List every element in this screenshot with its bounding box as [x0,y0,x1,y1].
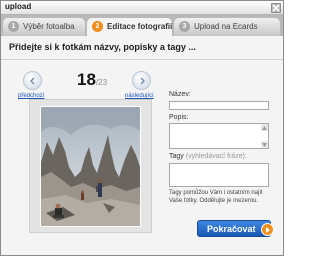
tab-upload-ecards[interactable]: 3 Upload na Ecards [174,18,280,36]
title-bar: upload [1,1,283,15]
tags-label: Tagy (vyhledávací fráze): [169,153,247,160]
tab-edit-photos[interactable]: 2 Editace fotografií [87,18,172,36]
tab-label: Editace fotografií [107,22,173,31]
name-label: Název: [169,91,191,98]
description-textarea[interactable] [169,123,269,149]
name-input[interactable] [169,101,269,110]
photo-counter: 18/23 [77,70,107,90]
arrow-left-icon [29,77,34,85]
continue-arrow-icon [261,223,274,236]
tags-hint: (vyhledávací fráze): [185,153,247,160]
scroll-down-button[interactable] [261,141,268,148]
tags-input[interactable] [169,163,269,187]
arrow-down-icon [262,143,267,147]
mountain-photo-image [41,107,140,226]
scroll-up-button[interactable] [261,124,268,131]
total-photo-count: /23 [95,78,108,87]
description-label: Popis: [169,114,189,121]
tab-number: 2 [92,21,103,32]
tags-label-text: Tagy [169,153,184,160]
tags-help-text: Tagy pomůžou Vám i ostatním najít Vaše f… [169,190,263,204]
photo-preview [40,106,141,227]
tab-select-album[interactable]: 1 Výběr fotoalba [3,18,85,36]
upload-window: upload 1 Výběr fotoalba 2 Editace fotogr… [0,0,284,256]
divider [1,59,283,60]
close-icon [272,4,280,12]
previous-photo-button[interactable] [23,71,42,90]
next-photo-button[interactable] [132,71,151,90]
tab-number: 1 [8,21,19,32]
tab-label: Upload na Ecards [194,22,258,31]
window-title: upload [5,2,32,11]
photo-preview-frame [29,99,152,233]
continue-button[interactable]: Pokračovat [197,220,274,237]
current-photo-number: 18 [77,70,96,89]
page-heading: Přidejte si k fotkám názvy, popisky a ta… [9,42,196,52]
close-button[interactable] [271,3,281,13]
arrow-right-icon [140,77,145,85]
continue-label: Pokračovat [207,224,256,234]
arrow-up-icon [262,126,267,130]
arrow-right-icon [266,227,270,233]
tab-number: 3 [179,21,190,32]
wizard-tabs: 1 Výběr fotoalba 2 Editace fotografií 3 … [1,15,283,36]
tab-label: Výběr fotoalba [23,22,75,31]
